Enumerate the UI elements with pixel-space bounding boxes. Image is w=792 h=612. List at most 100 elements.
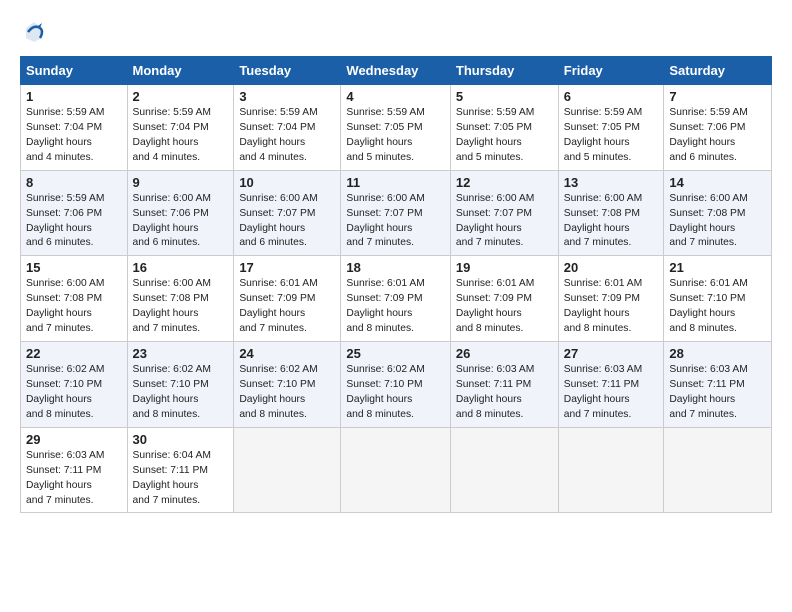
calendar-week-2: 8 Sunrise: 5:59 AMSunset: 7:06 PMDaylight…	[21, 170, 772, 256]
day-detail: Sunrise: 6:03 AMSunset: 7:11 PMDaylight …	[564, 364, 642, 420]
day-detail: Sunrise: 6:00 AMSunset: 7:07 PMDaylight …	[239, 193, 317, 249]
calendar-weekday-sunday: Sunday	[21, 57, 128, 85]
day-number: 26	[456, 346, 553, 361]
day-number: 30	[133, 432, 229, 447]
day-detail: Sunrise: 6:04 AMSunset: 7:11 PMDaylight …	[133, 450, 211, 506]
calendar-cell: 11 Sunrise: 6:00 AMSunset: 7:07 PMDayligh…	[341, 170, 450, 256]
calendar-weekday-monday: Monday	[127, 57, 234, 85]
calendar-cell	[450, 427, 558, 513]
calendar-cell: 14 Sunrise: 6:00 AMSunset: 7:08 PMDayligh…	[664, 170, 772, 256]
calendar-cell: 26Sunrise: 6:03 AMSunset: 7:11 PMDayligh…	[450, 342, 558, 428]
day-number: 22	[26, 346, 122, 361]
calendar-cell: 15 Sunrise: 6:00 AMSunset: 7:08 PMDayligh…	[21, 256, 128, 342]
page: SundayMondayTuesdayWednesdayThursdayFrid…	[0, 0, 792, 531]
day-detail: Sunrise: 5:59 AMSunset: 7:04 PMDaylight …	[133, 107, 211, 163]
calendar-table: SundayMondayTuesdayWednesdayThursdayFrid…	[20, 56, 772, 513]
calendar-cell: 1 Sunrise: 5:59 AMSunset: 7:04 PMDaylight…	[21, 85, 128, 171]
day-detail: Sunrise: 5:59 AMSunset: 7:04 PMDaylight …	[26, 107, 104, 163]
calendar-cell: 21Sunrise: 6:01 AMSunset: 7:10 PMDayligh…	[664, 256, 772, 342]
calendar-cell: 18 Sunrise: 6:01 AMSunset: 7:09 PMDayligh…	[341, 256, 450, 342]
day-number: 19	[456, 260, 553, 275]
day-detail: Sunrise: 5:59 AMSunset: 7:06 PMDaylight …	[26, 193, 104, 249]
day-detail: Sunrise: 6:01 AMSunset: 7:10 PMDaylight …	[669, 278, 747, 334]
logo-icon	[20, 18, 48, 46]
calendar-cell: 23Sunrise: 6:02 AMSunset: 7:10 PMDayligh…	[127, 342, 234, 428]
calendar-cell: 10 Sunrise: 6:00 AMSunset: 7:07 PMDayligh…	[234, 170, 341, 256]
day-number: 4	[346, 89, 444, 104]
calendar-weekday-thursday: Thursday	[450, 57, 558, 85]
day-number: 5	[456, 89, 553, 104]
day-number: 28	[669, 346, 766, 361]
day-detail: Sunrise: 6:00 AMSunset: 7:08 PMDaylight …	[133, 278, 211, 334]
day-number: 7	[669, 89, 766, 104]
day-number: 14	[669, 175, 766, 190]
calendar-cell: 2 Sunrise: 5:59 AMSunset: 7:04 PMDaylight…	[127, 85, 234, 171]
day-number: 8	[26, 175, 122, 190]
calendar-cell: 27 Sunrise: 6:03 AMSunset: 7:11 PMDayligh…	[558, 342, 664, 428]
day-number: 6	[564, 89, 659, 104]
calendar-week-1: 1 Sunrise: 5:59 AMSunset: 7:04 PMDaylight…	[21, 85, 772, 171]
calendar-week-4: 22 Sunrise: 6:02 AMSunset: 7:10 PMDayligh…	[21, 342, 772, 428]
calendar-cell: 13 Sunrise: 6:00 AMSunset: 7:08 PMDayligh…	[558, 170, 664, 256]
calendar-cell: 22 Sunrise: 6:02 AMSunset: 7:10 PMDayligh…	[21, 342, 128, 428]
calendar-cell: 3Sunrise: 5:59 AMSunset: 7:04 PMDaylight…	[234, 85, 341, 171]
day-number: 9	[133, 175, 229, 190]
day-detail: Sunrise: 6:01 AMSunset: 7:09 PMDaylight …	[456, 278, 534, 334]
calendar-cell: 6Sunrise: 5:59 AMSunset: 7:05 PMDaylight…	[558, 85, 664, 171]
calendar-cell: 9 Sunrise: 6:00 AMSunset: 7:06 PMDaylight…	[127, 170, 234, 256]
day-detail: Sunrise: 6:03 AMSunset: 7:11 PMDaylight …	[26, 450, 104, 506]
calendar-weekday-wednesday: Wednesday	[341, 57, 450, 85]
day-number: 18	[346, 260, 444, 275]
calendar-cell: 28 Sunrise: 6:03 AMSunset: 7:11 PMDayligh…	[664, 342, 772, 428]
day-detail: Sunrise: 6:03 AMSunset: 7:11 PMDaylight …	[669, 364, 747, 420]
day-detail: Sunrise: 6:00 AMSunset: 7:08 PMDaylight …	[669, 193, 747, 249]
day-number: 20	[564, 260, 659, 275]
day-number: 2	[133, 89, 229, 104]
day-detail: Sunrise: 6:02 AMSunset: 7:10 PMDaylight …	[346, 364, 424, 420]
calendar-cell	[664, 427, 772, 513]
day-detail: Sunrise: 6:00 AMSunset: 7:08 PMDaylight …	[26, 278, 104, 334]
calendar-cell: 30 Sunrise: 6:04 AMSunset: 7:11 PMDayligh…	[127, 427, 234, 513]
day-number: 27	[564, 346, 659, 361]
day-detail: Sunrise: 5:59 AMSunset: 7:05 PMDaylight …	[456, 107, 534, 163]
day-detail: Sunrise: 6:00 AMSunset: 7:08 PMDaylight …	[564, 193, 642, 249]
calendar-cell	[341, 427, 450, 513]
day-detail: Sunrise: 6:02 AMSunset: 7:10 PMDaylight …	[26, 364, 104, 420]
day-detail: Sunrise: 6:02 AMSunset: 7:10 PMDaylight …	[133, 364, 211, 420]
calendar-weekday-friday: Friday	[558, 57, 664, 85]
day-number: 12	[456, 175, 553, 190]
day-number: 10	[239, 175, 335, 190]
header	[20, 18, 772, 46]
day-detail: Sunrise: 6:00 AMSunset: 7:06 PMDaylight …	[133, 193, 211, 249]
calendar-cell: 29 Sunrise: 6:03 AMSunset: 7:11 PMDayligh…	[21, 427, 128, 513]
day-number: 3	[239, 89, 335, 104]
calendar-cell: 20Sunrise: 6:01 AMSunset: 7:09 PMDayligh…	[558, 256, 664, 342]
day-number: 16	[133, 260, 229, 275]
calendar-week-5: 29 Sunrise: 6:03 AMSunset: 7:11 PMDayligh…	[21, 427, 772, 513]
day-number: 11	[346, 175, 444, 190]
calendar-week-3: 15 Sunrise: 6:00 AMSunset: 7:08 PMDayligh…	[21, 256, 772, 342]
day-number: 24	[239, 346, 335, 361]
day-number: 29	[26, 432, 122, 447]
calendar-cell: 24 Sunrise: 6:02 AMSunset: 7:10 PMDayligh…	[234, 342, 341, 428]
day-number: 1	[26, 89, 122, 104]
day-detail: Sunrise: 6:00 AMSunset: 7:07 PMDaylight …	[346, 193, 424, 249]
day-number: 15	[26, 260, 122, 275]
day-number: 13	[564, 175, 659, 190]
day-number: 25	[346, 346, 444, 361]
calendar-cell: 8 Sunrise: 5:59 AMSunset: 7:06 PMDaylight…	[21, 170, 128, 256]
day-detail: Sunrise: 6:01 AMSunset: 7:09 PMDaylight …	[346, 278, 424, 334]
calendar-cell: 19 Sunrise: 6:01 AMSunset: 7:09 PMDayligh…	[450, 256, 558, 342]
calendar-header-row: SundayMondayTuesdayWednesdayThursdayFrid…	[21, 57, 772, 85]
logo	[20, 18, 50, 46]
day-detail: Sunrise: 6:01 AMSunset: 7:09 PMDaylight …	[239, 278, 317, 334]
calendar-cell: 17 Sunrise: 6:01 AMSunset: 7:09 PMDayligh…	[234, 256, 341, 342]
day-detail: Sunrise: 6:00 AMSunset: 7:07 PMDaylight …	[456, 193, 534, 249]
calendar-cell: 25 Sunrise: 6:02 AMSunset: 7:10 PMDayligh…	[341, 342, 450, 428]
day-detail: Sunrise: 6:02 AMSunset: 7:10 PMDaylight …	[239, 364, 317, 420]
day-detail: Sunrise: 5:59 AMSunset: 7:05 PMDaylight …	[346, 107, 424, 163]
day-number: 17	[239, 260, 335, 275]
calendar-cell: 12 Sunrise: 6:00 AMSunset: 7:07 PMDayligh…	[450, 170, 558, 256]
day-detail: Sunrise: 5:59 AMSunset: 7:06 PMDaylight …	[669, 107, 747, 163]
calendar-cell	[558, 427, 664, 513]
